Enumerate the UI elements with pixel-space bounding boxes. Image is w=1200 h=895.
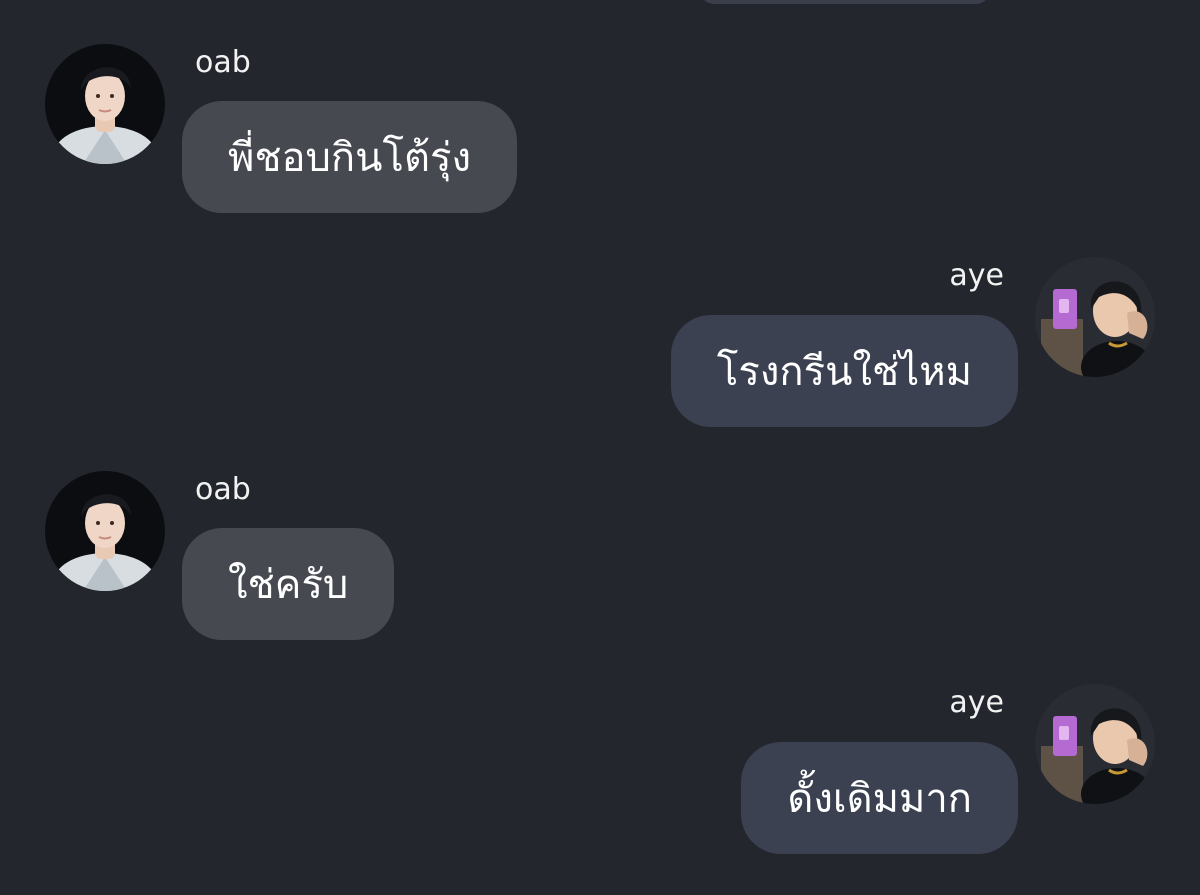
- aye-avatar[interactable]: [1035, 257, 1155, 377]
- message-text: ดั้งเดิมมาก: [787, 776, 972, 822]
- message-bubble[interactable]: ดั้งเดิมมาก: [741, 742, 1018, 854]
- profile-photo-aye-icon: [1035, 684, 1155, 804]
- profile-photo-aye-icon: [1035, 257, 1155, 377]
- sender-name: aye: [949, 685, 1004, 720]
- sender-name: aye: [949, 258, 1004, 293]
- aye-avatar[interactable]: [1035, 684, 1155, 804]
- message-bubble[interactable]: โรงกรีนใช่ไหม: [670, 315, 1018, 427]
- message-row-outgoing: aye ดั้งเดิมมาก: [0, 427, 1200, 854]
- message-row-outgoing: aye โรงกรีนใช่ไหม: [0, 0, 1200, 427]
- message-text: โรงกรีนใช่ไหม: [716, 349, 972, 395]
